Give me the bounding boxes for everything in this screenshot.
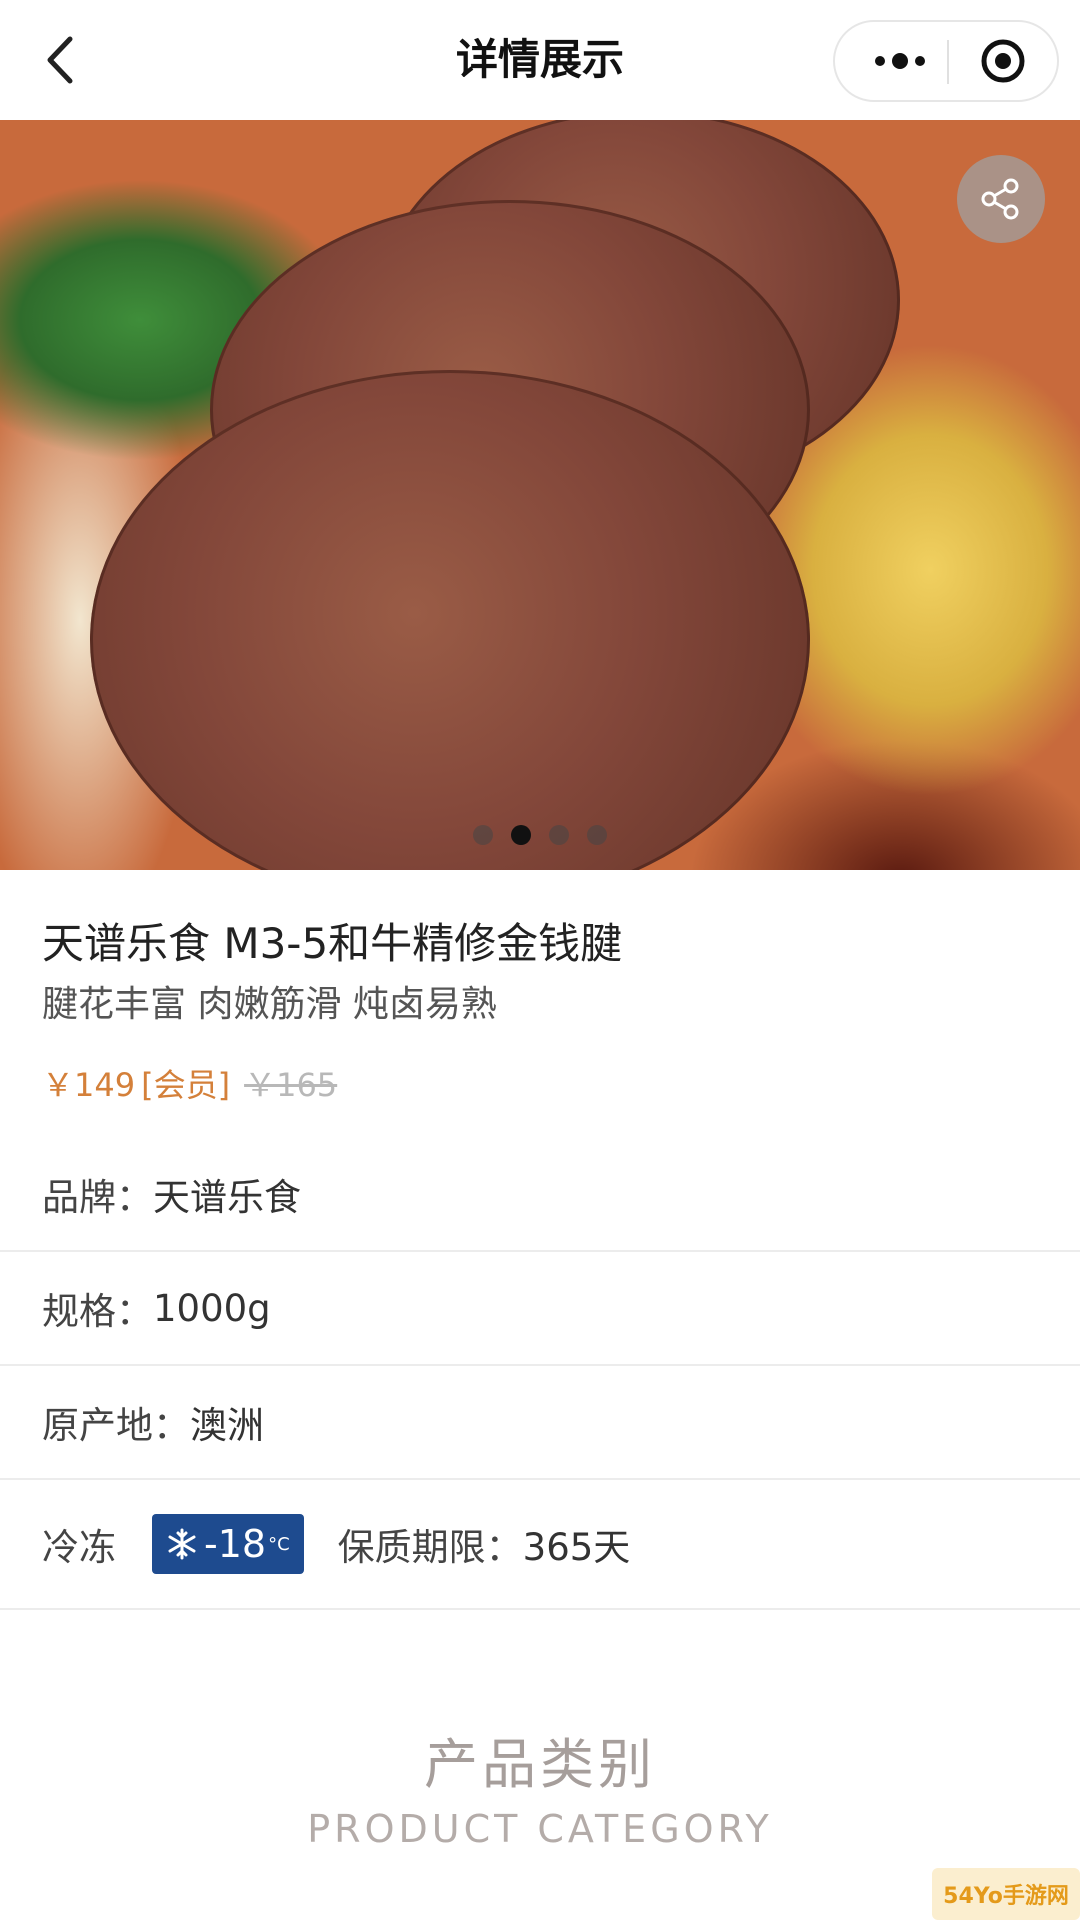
brand-label: 品牌： bbox=[42, 1176, 153, 1219]
origin-value: 澳洲 bbox=[190, 1404, 264, 1447]
brand-value: 天谱乐食 bbox=[153, 1176, 301, 1219]
close-button[interactable] bbox=[953, 22, 1053, 100]
price-row: ￥149 [会员] ￥165 bbox=[42, 1060, 337, 1106]
storage-row: 冷冻 -18 °C 保质期限： 365天 bbox=[0, 1480, 1080, 1610]
product-image-carousel[interactable] bbox=[0, 120, 1080, 870]
category-title-cn: 产品类别 bbox=[424, 1733, 656, 1796]
share-button[interactable] bbox=[957, 155, 1045, 243]
shelf-life-value: 365天 bbox=[522, 1526, 631, 1569]
product-category-heading: 产品类别 PRODUCT CATEGORY bbox=[0, 1720, 1080, 1851]
product-subtitle: 腱花丰富 肉嫩筋滑 炖卤易熟 bbox=[42, 984, 497, 1025]
mini-program-capsule bbox=[833, 20, 1059, 102]
target-icon bbox=[981, 39, 1025, 83]
member-price: ￥149 bbox=[42, 1066, 136, 1104]
original-price: ￥165 bbox=[244, 1066, 338, 1104]
spec-value: 1000g bbox=[153, 1286, 271, 1330]
site-watermark-logo: 54Yo手游网 bbox=[932, 1868, 1080, 1920]
shelf-life-label: 保质期限： bbox=[337, 1526, 523, 1569]
frozen-temperature: -18 bbox=[204, 1522, 267, 1566]
origin-row: 原产地： 澳洲 bbox=[0, 1366, 1080, 1480]
frozen-badge: -18 °C bbox=[152, 1514, 304, 1574]
frozen-unit: °C bbox=[268, 1533, 290, 1555]
carousel-dot[interactable] bbox=[473, 825, 493, 845]
carousel-dot[interactable] bbox=[587, 825, 607, 845]
spec-label: 规格： bbox=[42, 1290, 153, 1333]
navbar: 详情展示 bbox=[0, 0, 1080, 120]
carousel-dot[interactable] bbox=[549, 825, 569, 845]
brand-row: 品牌： 天谱乐食 bbox=[0, 1138, 1080, 1252]
more-button[interactable] bbox=[855, 22, 945, 100]
carousel-dot-active[interactable] bbox=[511, 825, 531, 845]
spec-row: 规格： 1000g bbox=[0, 1252, 1080, 1366]
category-title-en: PRODUCT CATEGORY bbox=[307, 1807, 773, 1851]
storage-label: 冷冻 bbox=[42, 1526, 116, 1569]
snowflake-icon bbox=[168, 1528, 196, 1560]
member-tag: [会员] bbox=[141, 1066, 231, 1104]
more-dots-icon bbox=[875, 53, 925, 69]
carousel-indicator bbox=[0, 825, 1080, 849]
capsule-divider bbox=[947, 40, 949, 84]
share-icon bbox=[981, 178, 1019, 220]
product-title: 天谱乐食 M3-5和牛精修金钱腱 bbox=[42, 919, 623, 968]
origin-label: 原产地： bbox=[42, 1404, 190, 1447]
